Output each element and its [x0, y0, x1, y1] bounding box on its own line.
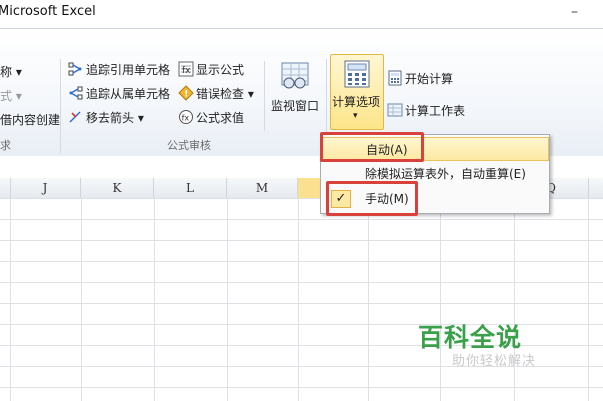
- annotation-box-automatic: [320, 132, 424, 162]
- column-header-l[interactable]: L: [154, 178, 227, 198]
- column-header-j[interactable]: J: [10, 178, 81, 198]
- grid-line: [154, 198, 155, 401]
- grid-line: [514, 198, 515, 401]
- watch-window-icon: [281, 62, 309, 89]
- grid-line: [227, 198, 228, 401]
- grid-line: [368, 198, 369, 401]
- window-title: Microsoft Excel: [0, 4, 96, 19]
- watch-window-button[interactable]: 监视窗口: [268, 59, 322, 114]
- grid-line: [440, 198, 441, 401]
- group-label-names: 求: [0, 139, 11, 152]
- calculate-now-icon: [388, 70, 402, 86]
- calculation-options-button[interactable]: 计算选项 ▾: [330, 54, 384, 130]
- group-label-audit: 公式审核: [167, 139, 211, 152]
- group-separator: [60, 59, 61, 153]
- ribbon-partial-item-2[interactable]: 式 ▾: [0, 87, 22, 105]
- trace-dependents-button[interactable]: 追踪从属单元格: [68, 85, 170, 103]
- chevron-down-icon: ▾: [353, 111, 358, 121]
- evaluate-formula-button[interactable]: fx 公式求值: [178, 109, 244, 127]
- watch-window-label: 监视窗口: [270, 99, 319, 113]
- calculate-sheet-icon: [387, 103, 403, 117]
- group-separator: [264, 61, 265, 131]
- error-checking-icon: !: [178, 85, 194, 101]
- watermark-title: 百科全说: [418, 323, 523, 352]
- grid-line: [10, 198, 11, 401]
- title-bar: Microsoft Excel – ✕: [0, 0, 603, 39]
- svg-text:!: !: [184, 90, 188, 100]
- ribbon-partial-item-1[interactable]: 称 ▾: [0, 63, 22, 81]
- svg-text:fx: fx: [182, 114, 190, 123]
- column-header-k[interactable]: K: [81, 178, 154, 198]
- calculator-icon: [344, 60, 370, 88]
- calculate-now-button[interactable]: 开始计算: [387, 70, 453, 88]
- grid-line: [588, 198, 589, 401]
- error-checking-button[interactable]: ! 错误检查 ▾: [178, 85, 254, 103]
- trace-dependents-icon: [69, 86, 83, 100]
- worksheet-grid[interactable]: [0, 198, 603, 401]
- watermark-subtitle: 助你轻松解决: [452, 354, 537, 369]
- create-from-selection[interactable]: 借内容创建: [0, 111, 60, 129]
- show-formulas-button[interactable]: fx 显示公式: [178, 61, 244, 79]
- annotation-box-manual: [326, 181, 418, 216]
- column-header-m[interactable]: M: [227, 178, 298, 198]
- grid-line: [81, 198, 82, 401]
- trace-precedents-icon: [68, 62, 82, 76]
- calculate-sheet-button[interactable]: 计算工作表: [387, 102, 465, 120]
- svg-text:fx: fx: [182, 66, 191, 76]
- remove-arrows-button[interactable]: 移去箭头 ▾: [68, 109, 144, 127]
- remove-arrows-icon: [69, 111, 81, 123]
- calculation-options-label: 计算选项: [332, 95, 381, 109]
- minimize-button[interactable]: –: [571, 4, 578, 20]
- show-formulas-icon: fx: [178, 61, 194, 77]
- trace-precedents-button[interactable]: 追踪引用单元格: [68, 61, 170, 79]
- evaluate-formula-icon: fx: [179, 110, 193, 124]
- grid-line: [298, 198, 299, 401]
